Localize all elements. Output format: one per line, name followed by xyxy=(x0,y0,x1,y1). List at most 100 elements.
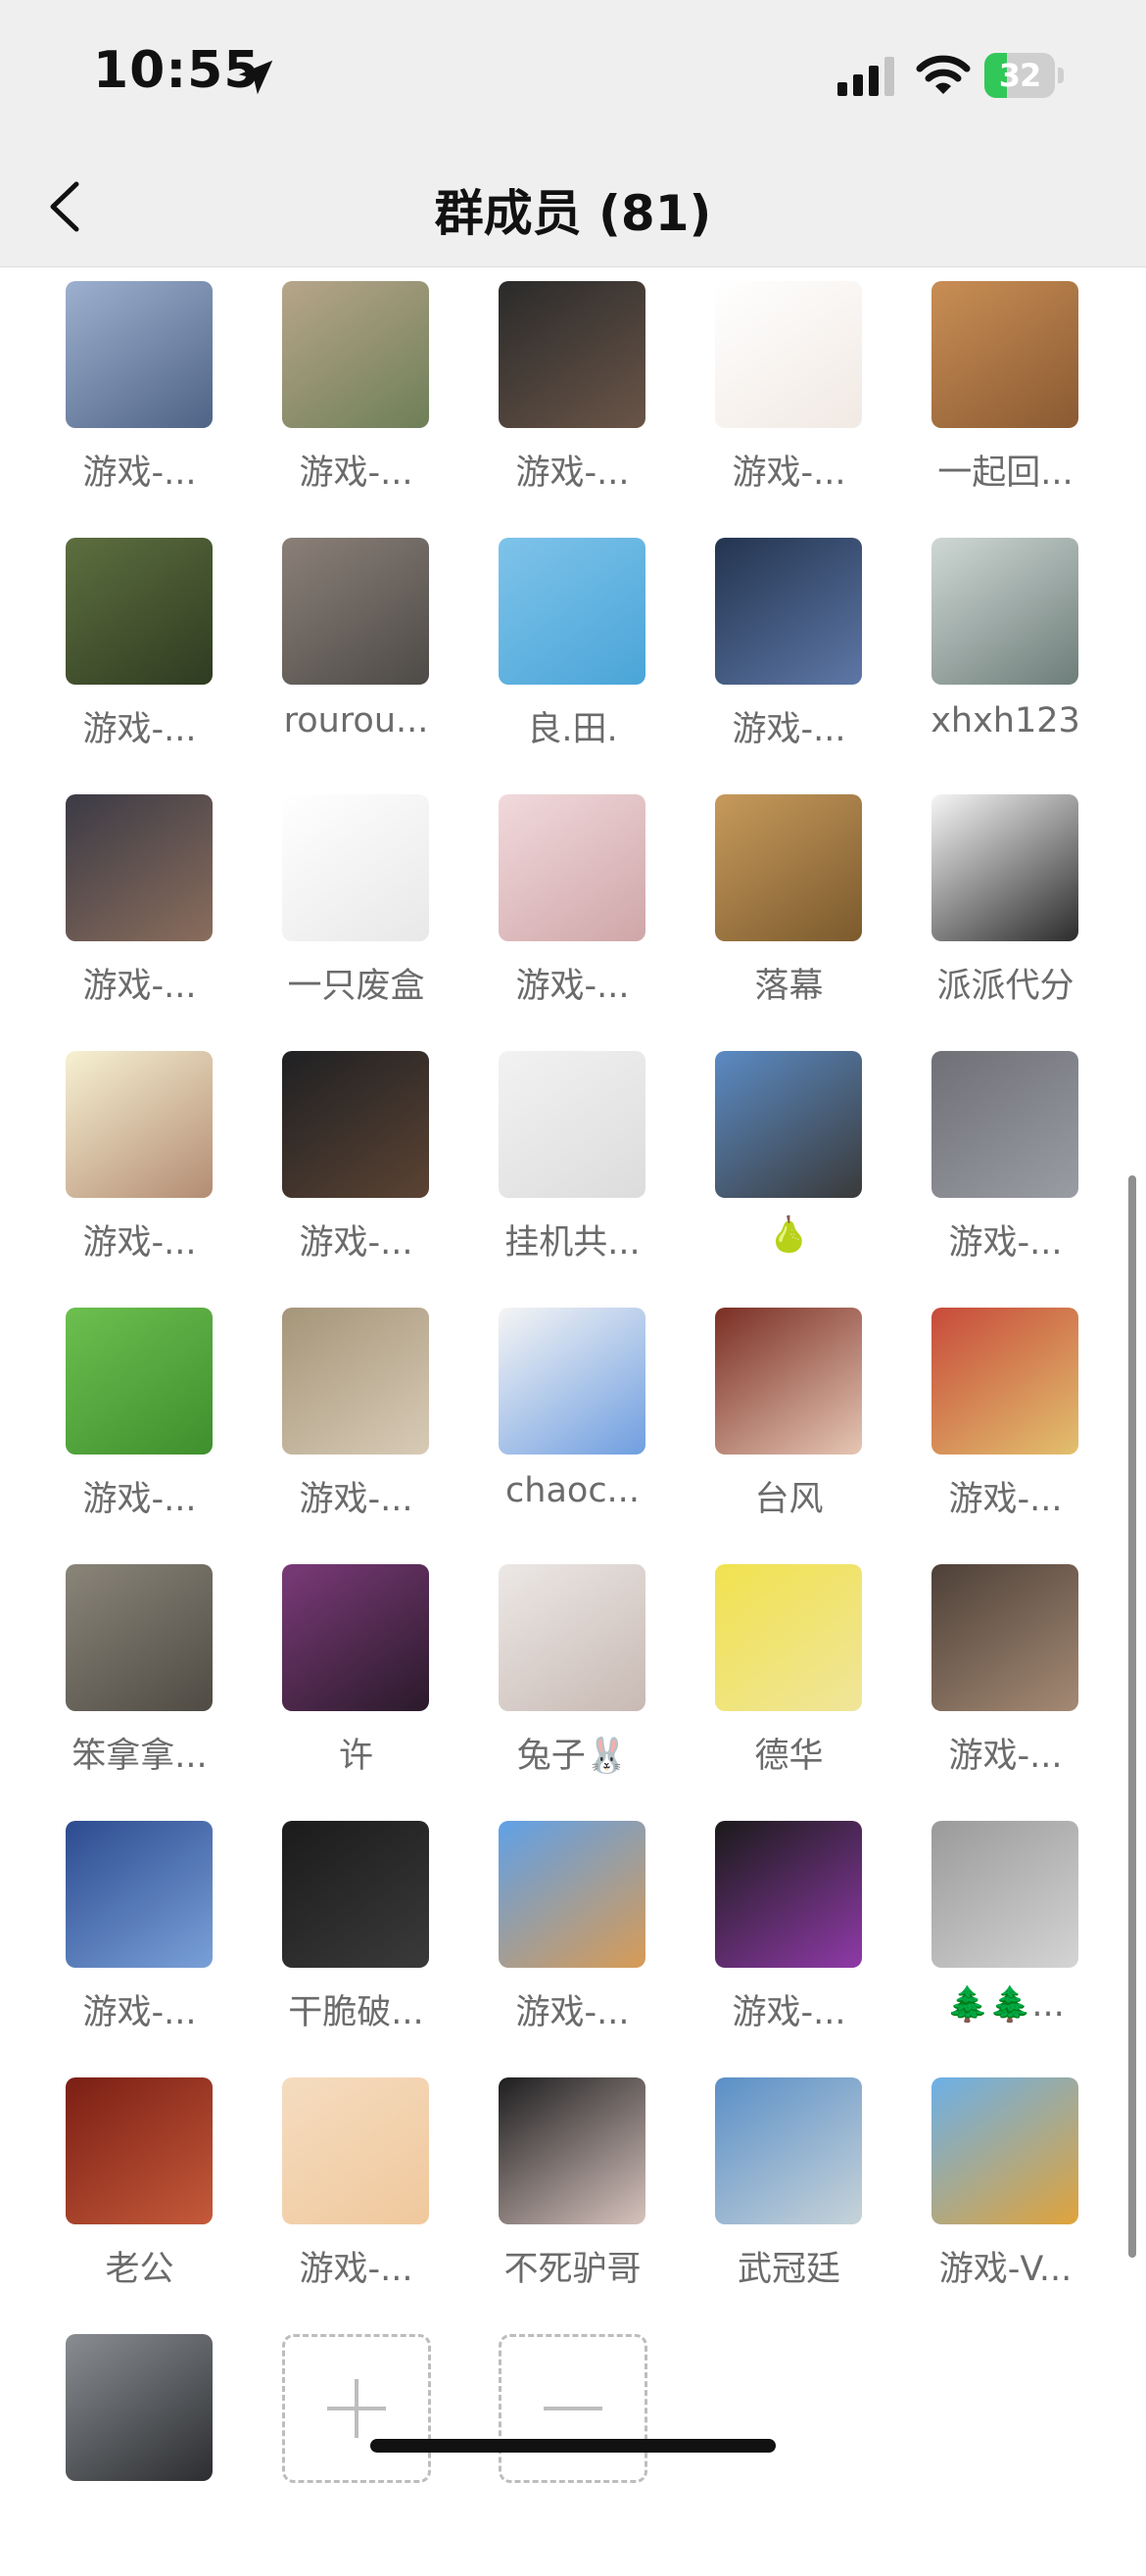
member-avatar[interactable] xyxy=(715,794,862,941)
member-item[interactable]: 许 xyxy=(256,1550,472,1806)
member-avatar[interactable] xyxy=(499,281,645,428)
member-item[interactable]: 游戏-... xyxy=(472,266,689,523)
member-item[interactable]: 落幕 xyxy=(689,780,905,1036)
member-item[interactable]: 🌲🌲... xyxy=(905,1806,1122,2063)
member-avatar[interactable] xyxy=(66,538,213,685)
member-avatar[interactable] xyxy=(282,1564,429,1711)
member-item[interactable]: 游戏-... xyxy=(905,1293,1122,1550)
member-name: 🌲🌲... xyxy=(946,1985,1065,2025)
member-name: 游戏-... xyxy=(299,2250,413,2289)
member-avatar[interactable] xyxy=(282,1051,429,1198)
minus-icon[interactable] xyxy=(499,2334,647,2483)
member-avatar[interactable] xyxy=(499,538,645,685)
member-avatar[interactable] xyxy=(66,2077,213,2224)
member-avatar[interactable] xyxy=(282,1308,429,1455)
member-avatar[interactable] xyxy=(282,1821,429,1968)
navigation-bar: 群成员 (81) xyxy=(0,147,1146,267)
member-item[interactable]: 不死驴哥 xyxy=(472,2063,689,2319)
member-item[interactable]: 游戏-... xyxy=(256,2063,472,2319)
member-item[interactable]: 台风 xyxy=(689,1293,905,1550)
member-avatar[interactable] xyxy=(66,794,213,941)
member-item[interactable]: 游戏-... xyxy=(905,1550,1122,1806)
member-avatar[interactable] xyxy=(715,538,862,685)
member-avatar[interactable] xyxy=(66,281,213,428)
member-item[interactable]: 游戏-V... xyxy=(905,2063,1122,2319)
member-item[interactable]: 游戏-... xyxy=(472,780,689,1036)
member-name: 老公 xyxy=(105,2250,174,2289)
member-avatar[interactable] xyxy=(499,1051,645,1198)
member-avatar[interactable] xyxy=(715,1821,862,1968)
member-name: 派派代分 xyxy=(936,967,1074,1006)
member-avatar[interactable] xyxy=(715,1051,862,1198)
member-avatar[interactable] xyxy=(715,2077,862,2224)
member-item[interactable]: 德华 xyxy=(689,1550,905,1806)
member-item[interactable]: 🍐 xyxy=(689,1036,905,1293)
member-name: 🍐 xyxy=(767,1216,811,1255)
member-item[interactable]: 游戏-... xyxy=(39,266,256,523)
member-avatar[interactable] xyxy=(282,538,429,685)
member-name: xhxh123 xyxy=(931,701,1080,740)
member-avatar[interactable] xyxy=(931,1051,1078,1198)
member-item[interactable]: 游戏-... xyxy=(256,266,472,523)
member-avatar[interactable] xyxy=(66,1051,213,1198)
member-item[interactable]: 老公 xyxy=(39,2063,256,2319)
member-avatar[interactable] xyxy=(715,1308,862,1455)
member-name: 许 xyxy=(338,1737,373,1776)
member-item[interactable]: 笨拿拿... xyxy=(39,1550,256,1806)
member-item[interactable]: 兔子🐰 xyxy=(472,1550,689,1806)
member-item[interactable]: xhxh123 xyxy=(905,523,1122,780)
member-avatar[interactable] xyxy=(931,1308,1078,1455)
member-name: 游戏-... xyxy=(732,710,846,749)
member-avatar[interactable] xyxy=(931,281,1078,428)
member-item[interactable]: 游戏-... xyxy=(472,1806,689,2063)
member-item[interactable]: 一起回... xyxy=(905,266,1122,523)
member-item[interactable]: rourou... xyxy=(256,523,472,780)
member-name: 不死驴哥 xyxy=(503,2250,642,2289)
page-title: 群成员 (81) xyxy=(434,185,712,242)
member-item[interactable]: 一只废盒 xyxy=(256,780,472,1036)
member-avatar[interactable] xyxy=(931,1564,1078,1711)
scrollbar[interactable] xyxy=(1128,1175,1136,2258)
member-item[interactable]: 派派代分 xyxy=(905,780,1122,1036)
member-avatar[interactable] xyxy=(715,1564,862,1711)
member-avatar[interactable] xyxy=(499,1564,645,1711)
member-item[interactable]: 游戏-... xyxy=(689,523,905,780)
member-item[interactable]: 良.田. xyxy=(472,523,689,780)
plus-icon[interactable] xyxy=(282,2334,431,2483)
member-avatar[interactable] xyxy=(931,1821,1078,1968)
member-avatar[interactable] xyxy=(282,2077,429,2224)
member-name: 游戏-... xyxy=(515,453,630,493)
member-item[interactable]: 游戏-... xyxy=(39,1806,256,2063)
member-item[interactable]: 游戏-... xyxy=(256,1293,472,1550)
member-item[interactable]: 干脆破... xyxy=(256,1806,472,2063)
member-item[interactable]: 游戏-... xyxy=(39,523,256,780)
member-avatar[interactable] xyxy=(499,2077,645,2224)
member-grid: 游戏-... 游戏-... 游戏-... 游戏-... 一起回... 游戏-... rour… xyxy=(39,266,1097,2576)
member-item[interactable]: 游戏-... xyxy=(905,1036,1122,1293)
member-avatar[interactable] xyxy=(931,794,1078,941)
location-arrow-icon xyxy=(238,60,273,95)
member-item[interactable]: 游戏-... xyxy=(689,266,905,523)
member-avatar[interactable] xyxy=(931,2077,1078,2224)
member-avatar[interactable] xyxy=(931,538,1078,685)
member-name: 游戏-... xyxy=(732,453,846,493)
member-avatar[interactable] xyxy=(66,1308,213,1455)
member-item[interactable] xyxy=(39,2319,256,2576)
member-item[interactable]: 游戏-... xyxy=(256,1036,472,1293)
member-avatar[interactable] xyxy=(282,794,429,941)
member-avatar[interactable] xyxy=(66,2334,213,2481)
member-item[interactable]: chaoc... xyxy=(472,1293,689,1550)
member-avatar[interactable] xyxy=(282,281,429,428)
member-avatar[interactable] xyxy=(499,794,645,941)
member-avatar[interactable] xyxy=(66,1564,213,1711)
member-avatar[interactable] xyxy=(499,1821,645,1968)
member-item[interactable]: 游戏-... xyxy=(689,1806,905,2063)
member-avatar[interactable] xyxy=(66,1821,213,1968)
member-item[interactable]: 游戏-... xyxy=(39,1036,256,1293)
member-item[interactable]: 游戏-... xyxy=(39,1293,256,1550)
member-item[interactable]: 武冠廷 xyxy=(689,2063,905,2319)
member-item[interactable]: 挂机共... xyxy=(472,1036,689,1293)
member-avatar[interactable] xyxy=(715,281,862,428)
member-avatar[interactable] xyxy=(499,1308,645,1455)
member-item[interactable]: 游戏-... xyxy=(39,780,256,1036)
